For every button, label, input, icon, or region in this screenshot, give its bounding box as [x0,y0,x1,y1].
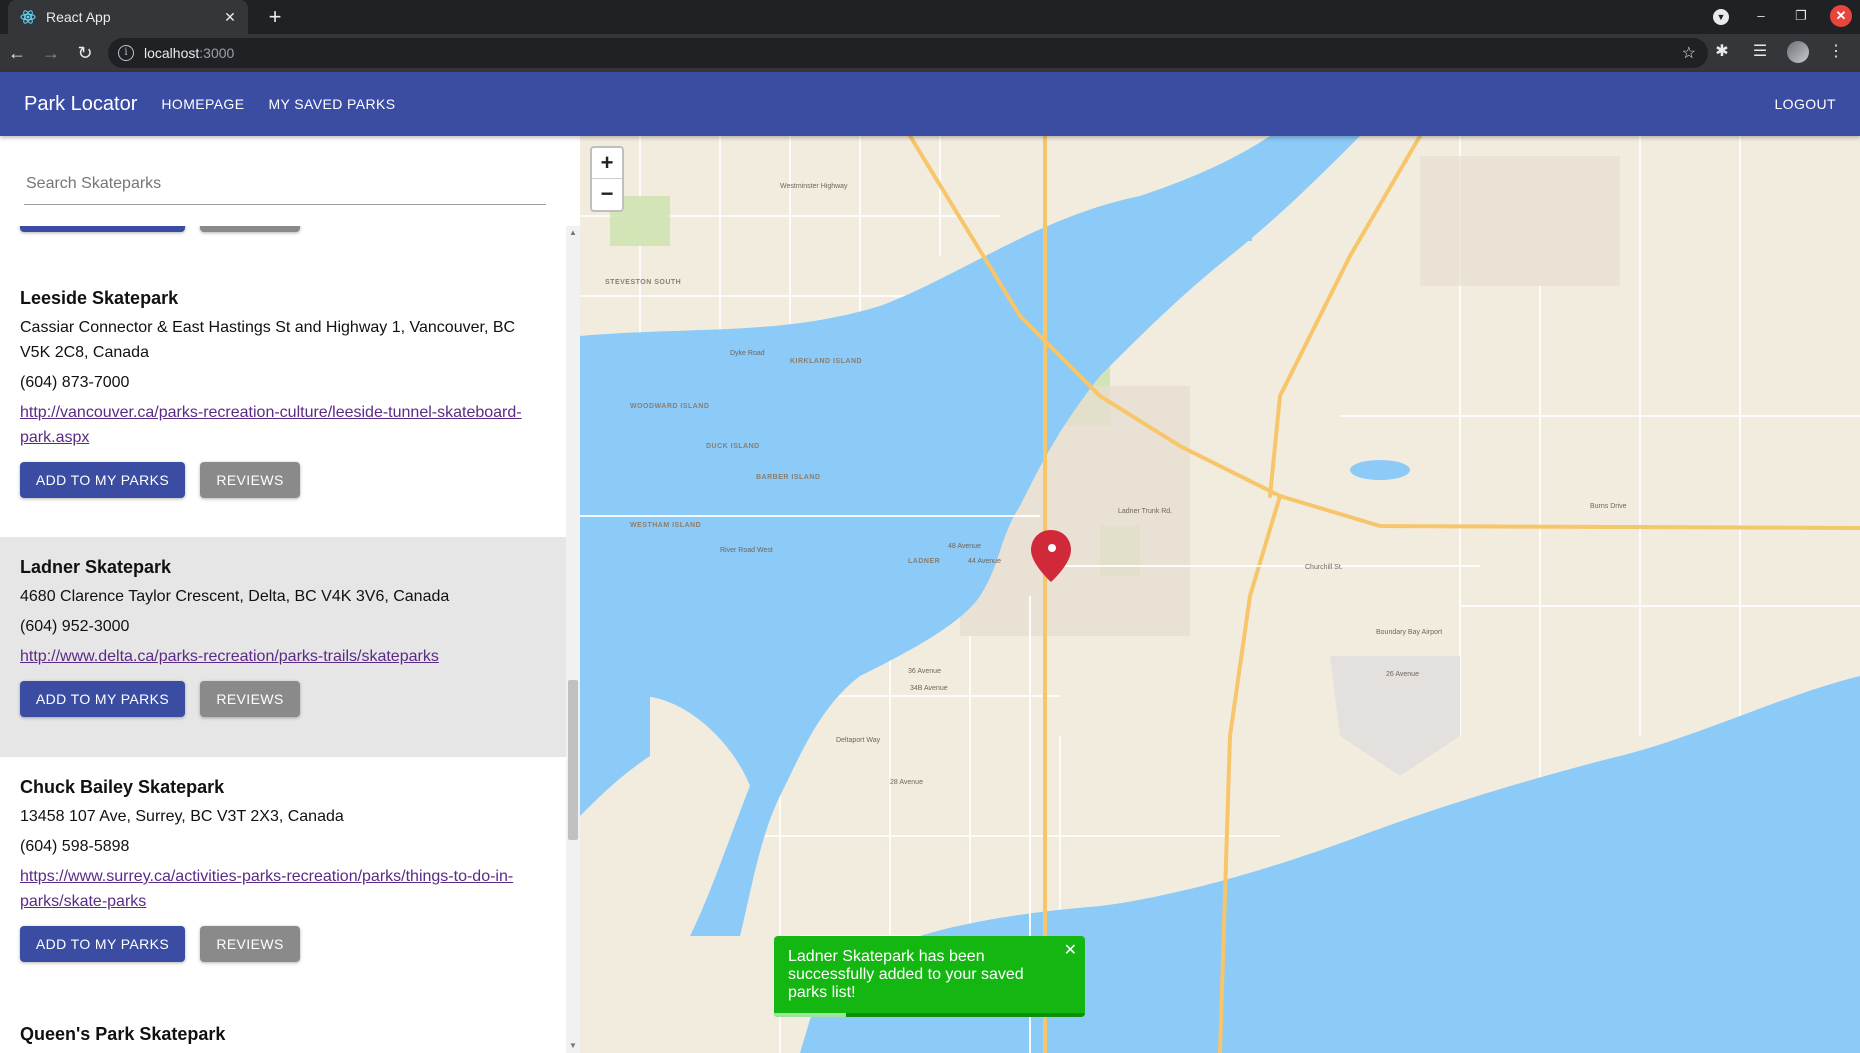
map-label-barber-island: BARBER ISLAND [756,474,820,481]
map-canvas: WESTHAM ISLAND BARBER ISLAND DUCK ISLAND… [580,136,1860,1053]
url-host: localhost [144,45,200,61]
url-text: localhost:3000 [144,45,234,61]
zoom-in-button[interactable]: + [592,148,622,179]
map-label-steveston: STEVESTON SOUTH [605,279,681,286]
tab-title: React App [46,9,111,25]
park-sidebar: Leeside Skatepark Cassiar Connector & Ea… [0,136,580,1053]
map-label-westham-island: WESTHAM ISLAND [630,522,701,529]
scroll-up-icon[interactable]: ▲ [566,226,580,240]
react-favicon-icon [20,9,36,25]
park-website-link[interactable]: http://vancouver.ca/parks-recreation-cul… [20,400,546,450]
extensions-icon[interactable]: ✱ [1710,38,1734,66]
add-to-my-parks-button[interactable]: ADD TO MY PARKS [20,462,185,498]
map-label-34b-avenue: 34B Avenue [910,685,948,692]
park-name: Queen's Park Skatepark [20,1024,226,1044]
profile-dropdown-icon[interactable]: ▼ [1710,5,1732,27]
list-item: Leeside Skatepark Cassiar Connector & Ea… [0,278,566,528]
map-label-ladner-trunk: Ladner Trunk Rd. [1118,508,1172,515]
search-field [24,164,550,205]
map-label-boundary-bay: Boundary Bay Airport [1376,629,1442,636]
park-phone: (604) 598-5898 [20,838,130,855]
success-snackbar: Ladner Skatepark has been successfully a… [774,936,1085,1017]
map-label-48-avenue: 48 Avenue [948,543,981,550]
app-bar: Park Locator HOMEPAGE MY SAVED PARKS LOG… [0,72,1860,136]
browser-tabstrip: React App ✕ + ▼ – ❐ ✕ [0,0,1860,34]
park-name: Chuck Bailey Skatepark [20,777,225,797]
list-scrollbar[interactable]: ▲ ▼ [566,226,580,1053]
map-label-kirkland-island: KIRKLAND ISLAND [790,358,862,365]
map-label-28-avenue: 28 Avenue [890,779,923,786]
park-name: Leeside Skatepark [20,288,179,308]
park-address: 4680 Clarence Taylor Crescent, Delta, BC… [20,588,450,605]
park-list[interactable]: Leeside Skatepark Cassiar Connector & Ea… [0,226,566,1053]
browser-tab[interactable]: React App ✕ [8,0,248,34]
map-label-churchill: Churchill St. [1305,564,1343,571]
park-website-link[interactable]: http://www.delta.ca/parks-recreation/par… [20,644,546,669]
window-close-icon[interactable]: ✕ [1830,5,1852,27]
list-item: Chuck Bailey Skatepark 13458 107 Ave, Su… [0,757,566,997]
map-label-ladner: LADNER [908,558,940,565]
map-label-26-avenue: 26 Avenue [1386,671,1419,678]
snackbar-message: Ladner Skatepark has been successfully a… [788,948,1024,1001]
logout-button[interactable]: LOGOUT [1774,96,1836,112]
map-label-river-road: River Road West [720,547,773,554]
map-label-deltaport-way: Deltaport Way [836,737,881,744]
nav-my-saved-parks[interactable]: MY SAVED PARKS [268,96,395,112]
list-item-selected[interactable]: Ladner Skatepark 4680 Clarence Taylor Cr… [0,537,566,757]
park-name: Ladner Skatepark [20,557,172,577]
map-label-westminster-hwy: Westminster Highway [780,183,848,190]
back-icon[interactable]: ← [0,36,34,70]
new-tab-icon[interactable]: + [262,4,288,30]
reviews-button[interactable]: REVIEWS [200,926,300,962]
snackbar-close-icon[interactable]: ✕ [1064,942,1077,960]
previous-item-buttons [20,226,300,232]
park-address: 13458 107 Ave, Surrey, BC V3T 2X3, Canad… [20,808,344,825]
map-label-burns-drive: Burns Drive [1590,503,1627,510]
reviews-button[interactable]: REVIEWS [200,462,300,498]
map-label-duck-island: DUCK ISLAND [706,443,760,450]
park-phone: (604) 952-3000 [20,618,130,635]
zoom-control: + − [590,146,624,212]
site-info-icon[interactable]: i [118,45,134,61]
reviews-button[interactable]: REVIEWS [200,681,300,717]
park-address: Cassiar Connector & East Hastings St and… [20,319,516,361]
scroll-thumb[interactable] [568,680,578,840]
list-item: Queen's Park Skatepark [0,1012,566,1053]
more-menu-icon[interactable]: ⋮ [1824,38,1848,66]
zoom-out-button[interactable]: − [592,179,622,209]
browser-toolbar: ← → ↻ i localhost:3000 ☆ ✱ ☰ ⋮ [0,34,1860,72]
add-to-my-parks-button[interactable] [20,226,185,232]
map-label-woodward-island: WOODWARD ISLAND [630,403,709,410]
map-label-44-avenue: 44 Avenue [968,558,1001,565]
minimize-icon[interactable]: – [1750,5,1772,27]
scroll-down-icon[interactable]: ▼ [566,1039,580,1053]
profile-avatar[interactable] [1786,38,1810,66]
address-bar[interactable]: i localhost:3000 ☆ [108,38,1708,68]
map-view[interactable]: WESTHAM ISLAND BARBER ISLAND DUCK ISLAND… [580,136,1860,1053]
snackbar-progress-fill [774,1013,846,1017]
park-website-link[interactable]: https://www.surrey.ca/activities-parks-r… [20,864,546,914]
nav-homepage[interactable]: HOMEPAGE [161,96,244,112]
reload-icon[interactable]: ↻ [68,36,102,70]
avatar [1787,41,1809,63]
search-input[interactable] [24,164,550,204]
map-label-dyke-road: Dyke Road [730,350,765,357]
toolbar-right: ✱ ☰ ⋮ [1710,38,1848,66]
reviews-button[interactable] [200,226,300,232]
restore-icon[interactable]: ❐ [1790,5,1812,27]
bookmark-star-icon[interactable]: ☆ [1682,43,1696,63]
app-brand[interactable]: Park Locator [24,93,137,116]
media-queue-icon[interactable]: ☰ [1748,38,1772,66]
add-to-my-parks-button[interactable]: ADD TO MY PARKS [20,681,185,717]
snackbar-progress [774,1013,1085,1017]
tab-close-icon[interactable]: ✕ [218,9,242,26]
forward-icon[interactable]: → [34,36,68,70]
map-label-36-avenue: 36 Avenue [908,668,941,675]
window-controls: ▼ – ❐ ✕ [1710,5,1852,27]
add-to-my-parks-button[interactable]: ADD TO MY PARKS [20,926,185,962]
park-phone: (604) 873-7000 [20,374,130,391]
url-port: :3000 [199,45,235,61]
